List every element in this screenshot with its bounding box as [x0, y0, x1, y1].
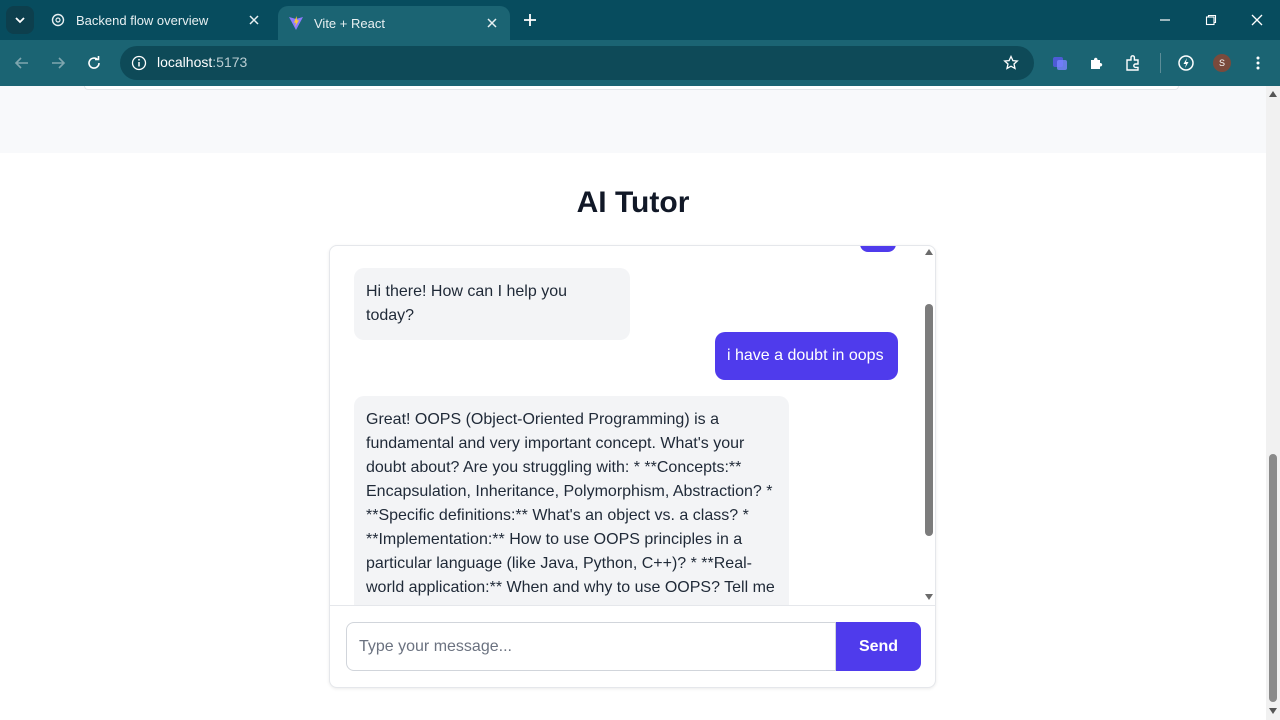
url-text: localhost:5173: [157, 54, 247, 70]
arrow-right-icon: [52, 57, 66, 69]
scrollbar-thumb[interactable]: [1269, 454, 1277, 702]
puzzle-icon[interactable]: [1085, 52, 1107, 74]
chevron-down-icon: [15, 17, 25, 24]
chat-scrollbar[interactable]: [922, 246, 935, 605]
tab-strip: Backend flow overview Vite + React: [0, 0, 1280, 40]
address-bar[interactable]: localhost:5173: [120, 46, 1034, 80]
scroll-down-arrow[interactable]: [1269, 708, 1277, 714]
menu-kebab-icon[interactable]: [1247, 52, 1269, 74]
top-card-edge: [84, 86, 1179, 90]
tab-search-button[interactable]: [6, 6, 34, 34]
message-input[interactable]: [346, 622, 836, 671]
tab-vite-react[interactable]: Vite + React: [278, 6, 510, 40]
close-tab-icon[interactable]: [482, 13, 502, 33]
bookmark-star-icon[interactable]: [1002, 54, 1020, 72]
tab-title: Backend flow overview: [76, 12, 209, 28]
close-window-button[interactable]: [1234, 0, 1280, 40]
restore-button[interactable]: [1188, 0, 1234, 40]
bot-message: Great! OOPS (Object-Oriented Programming…: [354, 396, 789, 605]
top-section: [0, 86, 1266, 153]
tab-title: Vite + React: [314, 15, 385, 31]
browser-toolbar: localhost:5173: [0, 40, 1280, 86]
reload-icon: [88, 56, 100, 69]
toolbar-divider: [1160, 53, 1161, 73]
profile-avatar[interactable]: S: [1213, 54, 1231, 72]
forward-button[interactable]: [46, 51, 70, 75]
url-host: localhost: [157, 54, 213, 70]
minimize-icon: [1160, 19, 1170, 21]
arrow-left-icon: [14, 57, 28, 69]
openai-icon: [50, 12, 66, 28]
url-port: :5173: [212, 54, 248, 70]
message-list[interactable]: Hi there! How can I help you today? i ha…: [330, 246, 935, 606]
chat-panel: Hi there! How can I help you today? i ha…: [329, 245, 936, 688]
close-tab-icon[interactable]: [244, 10, 264, 30]
bot-message: Hi there! How can I help you today?: [354, 268, 630, 340]
scroll-down-arrow[interactable]: [925, 594, 933, 600]
plus-icon: [524, 14, 536, 26]
back-button[interactable]: [10, 51, 34, 75]
extension-translate-icon[interactable]: [1049, 52, 1071, 74]
scroll-up-arrow[interactable]: [1269, 91, 1277, 97]
close-icon: [1251, 14, 1263, 26]
site-info-icon[interactable]: [130, 54, 148, 72]
vite-icon: [288, 15, 304, 31]
page-title: AI Tutor: [576, 186, 690, 219]
restore-icon: [1205, 14, 1217, 26]
reload-button[interactable]: [82, 51, 106, 75]
page-viewport: AI Tutor Hi there! How can I help you to…: [0, 86, 1266, 720]
performance-icon[interactable]: [1175, 52, 1197, 74]
new-tab-button[interactable]: [518, 8, 542, 32]
tab-backend-flow[interactable]: Backend flow overview: [40, 0, 272, 40]
previous-user-message: [860, 246, 896, 252]
send-button[interactable]: Send: [836, 622, 921, 671]
extensions-icon[interactable]: [1122, 52, 1144, 74]
page-scrollbar[interactable]: [1266, 86, 1280, 720]
minimize-button[interactable]: [1142, 0, 1188, 40]
scrollbar-thumb[interactable]: [925, 304, 933, 536]
scroll-up-arrow[interactable]: [925, 249, 933, 255]
user-message: i have a doubt in oops: [715, 332, 898, 380]
